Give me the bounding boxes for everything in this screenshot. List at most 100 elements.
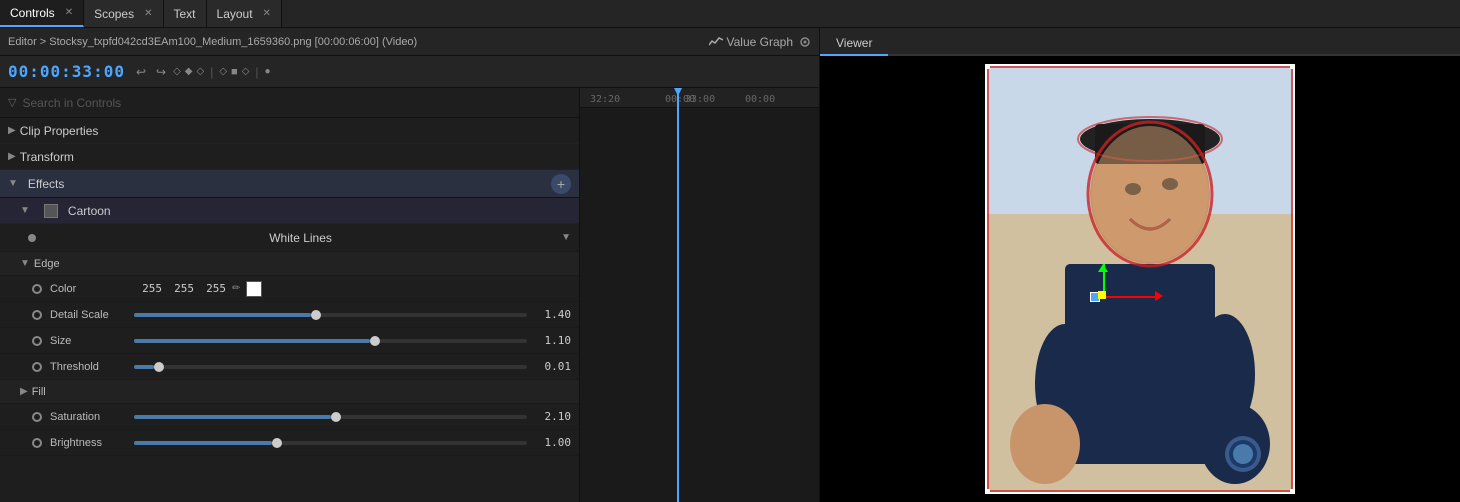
edge-chevron: ▼ [20,258,30,269]
color-r-value[interactable]: 255 [134,282,162,295]
edge-title: Edge [34,258,60,270]
cartoon-checkbox[interactable] [44,204,58,218]
keyframe-right-icon[interactable]: ◇ [197,66,205,77]
detail-scale-label: Detail Scale [50,309,130,321]
handle-br[interactable] [1290,489,1295,494]
main-content: Editor > Stocksy_txpfd042cd3EAm100_Mediu… [0,28,1460,502]
detail-scale-keyframe-dot[interactable] [32,310,42,320]
edge-section[interactable]: ▼ Edge [0,252,579,276]
detail-scale-value[interactable]: 1.40 [531,308,571,321]
keyframe-all-icon[interactable]: ● [265,66,271,77]
breadcrumb: Editor > Stocksy_txpfd042cd3EAm100_Mediu… [8,36,417,48]
tab-layout-close[interactable]: ✕ [263,8,271,19]
clip-properties-section[interactable]: ▶ Clip Properties [0,118,579,144]
tab-scopes[interactable]: Scopes ✕ [84,0,163,27]
search-bar: ▽ [0,88,579,118]
brightness-slider[interactable] [134,441,527,445]
size-value[interactable]: 1.10 [531,334,571,347]
right-panel: Viewer [820,28,1460,502]
white-lines-label: White Lines [44,231,557,245]
left-panel: Editor > Stocksy_txpfd042cd3EAm100_Mediu… [0,28,820,502]
keyframe-left-icon[interactable]: ◇ [173,66,181,77]
threshold-thumb[interactable] [154,362,164,372]
value-graph-button[interactable]: Value Graph [709,35,794,49]
tab-scopes-close[interactable]: ✕ [144,8,152,19]
threshold-slider[interactable] [134,365,527,369]
handle-tr[interactable] [1290,64,1295,69]
detail-scale-thumb[interactable] [311,310,321,320]
keyframe-prev-icon[interactable]: ◇ [219,66,227,77]
saturation-property-row: Saturation 2.10 [0,404,579,430]
threshold-value[interactable]: 0.01 [531,360,571,373]
handle-tl[interactable] [985,64,990,69]
search-input[interactable] [22,96,571,110]
clip-properties-chevron: ▶ [8,125,16,136]
viewer-content [820,56,1460,502]
color-keyframe-dot[interactable] [32,284,42,294]
eyedropper-icon[interactable]: ✏ [232,283,240,294]
stop-icon[interactable]: ■ [231,66,238,78]
value-graph-icon [709,37,723,47]
tab-bar: Controls ✕ Scopes ✕ Text Layout ✕ [0,0,1460,28]
breadcrumb-actions: Value Graph [709,35,812,49]
saturation-keyframe-dot[interactable] [32,412,42,422]
size-keyframe-dot[interactable] [32,336,42,346]
brightness-keyframe-dot[interactable] [32,438,42,448]
keyframe-center-icon[interactable]: ◆ [185,66,193,77]
color-property-row: Color 255 255 255 ✏ [0,276,579,302]
timeline-ruler[interactable]: 32:20 00:00 33:00 00:00 [580,88,819,108]
color-label: Color [50,283,130,295]
size-label: Size [50,335,130,347]
tab-controls[interactable]: Controls ✕ [0,0,84,27]
saturation-slider[interactable] [134,415,527,419]
size-thumb[interactable] [370,336,380,346]
video-frame [985,64,1295,494]
tab-layout[interactable]: Layout ✕ [207,0,282,27]
cartoon-chevron: ▼ [20,205,30,216]
brightness-label: Brightness [50,437,130,449]
add-effect-button[interactable]: + [551,174,571,194]
saturation-value[interactable]: 2.10 [531,410,571,423]
properties-panel: ▽ ▶ Clip Properties ▶ Transform ▼ [0,88,580,502]
size-slider[interactable] [134,339,527,343]
brightness-value[interactable]: 1.00 [531,436,571,449]
detail-scale-slider[interactable] [134,313,527,317]
undo-button[interactable]: ↩ [133,64,149,80]
viewer-tab-bar: Viewer [820,28,1460,56]
transform-section[interactable]: ▶ Transform [0,144,579,170]
cartoon-title: Cartoon [68,204,111,218]
handle-bl[interactable] [985,489,990,494]
search-icon: ▽ [8,96,16,109]
keyframe-next-icon[interactable]: ◇ [242,66,250,77]
transform-gizmo[interactable] [1090,264,1170,324]
white-lines-row: White Lines ▼ [0,224,579,252]
breadcrumb-bar: Editor > Stocksy_txpfd042cd3EAm100_Mediu… [0,28,819,56]
effects-title: Effects [28,177,64,191]
threshold-label: Threshold [50,361,130,373]
viewer-tab[interactable]: Viewer [820,32,888,56]
white-lines-dropdown[interactable]: ▼ [561,232,571,243]
ruler-tick-4: 00:00 [745,94,775,105]
tab-controls-close[interactable]: ✕ [65,7,73,18]
brightness-thumb[interactable] [272,438,282,448]
effects-chevron[interactable]: ▼ [8,178,18,189]
settings-icon[interactable] [799,36,811,48]
color-b-value[interactable]: 255 [198,282,226,295]
timeline-playhead[interactable] [677,88,679,502]
color-g-value[interactable]: 255 [166,282,194,295]
effects-section: ▼ Effects + [0,170,579,198]
saturation-thumb[interactable] [331,412,341,422]
redo-button[interactable]: ↪ [153,64,169,80]
threshold-keyframe-dot[interactable] [32,362,42,372]
transform-title: Transform [20,150,74,164]
gizmo-center[interactable] [1098,291,1106,299]
threshold-property-row: Threshold 0.01 [0,354,579,380]
fill-section[interactable]: ▶ Fill [0,380,579,404]
timecode-display[interactable]: 00:00:33:00 [8,62,125,81]
timeline-area[interactable]: 32:20 00:00 33:00 00:00 [580,88,819,502]
tab-text[interactable]: Text [164,0,207,27]
cartoon-header[interactable]: ▼ Cartoon [0,198,579,224]
color-swatch[interactable] [246,281,262,297]
fill-title: Fill [32,386,46,398]
gizmo-arrowhead-x [1155,291,1163,301]
